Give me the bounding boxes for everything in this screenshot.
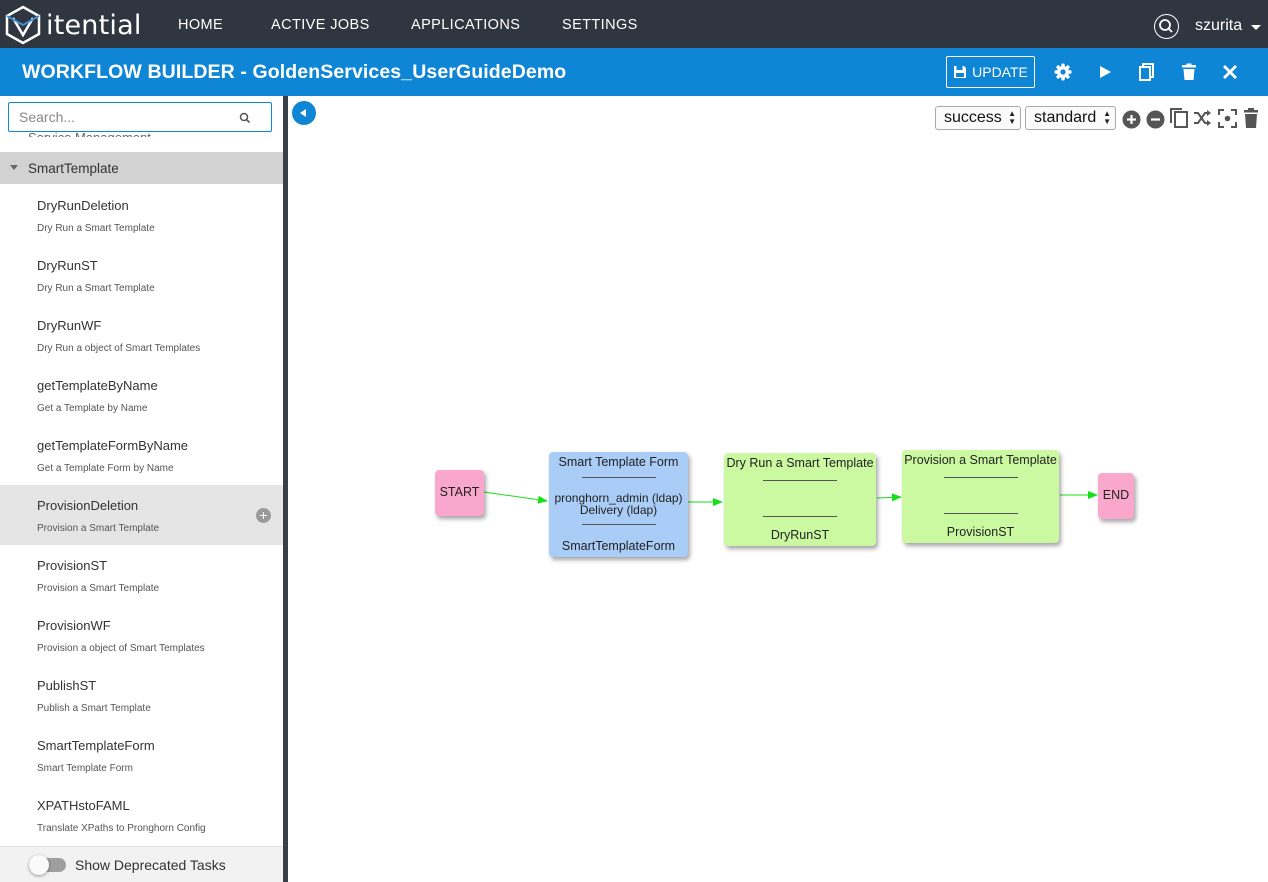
divider <box>943 513 1018 514</box>
task-description: Provision a Smart Template <box>37 583 160 594</box>
task-description: Get a Template by Name <box>37 403 148 414</box>
deprecated-toggle[interactable] <box>29 855 66 875</box>
task-name: getTemplateFormByName <box>37 438 188 453</box>
trash-icon[interactable] <box>1179 62 1199 82</box>
task-description: Publish a Smart Template <box>37 703 151 714</box>
deprecated-label: Show Deprecated Tasks <box>75 857 226 873</box>
search-input[interactable] <box>9 103 229 131</box>
task-item[interactable]: PublishST Publish a Smart Template <box>0 665 283 725</box>
caret-down-icon <box>10 165 18 170</box>
page-title: WORKFLOW BUILDER - GoldenServices_UserGu… <box>22 61 567 83</box>
task-description: Translate XPaths to Pronghorn Config <box>37 823 206 834</box>
dry-run-node[interactable]: Dry Run a Smart Template DryRunST <box>724 453 876 546</box>
task-name: XPATHstoFAML <box>37 798 130 813</box>
task-description: Get a Template Form by Name <box>37 463 174 474</box>
task-name: ProvisionDeletion <box>37 498 139 513</box>
itential-logo-icon <box>5 5 41 45</box>
node-task-name: DryRunST <box>770 528 830 542</box>
global-search-icon[interactable] <box>1154 14 1179 39</box>
caret-down-icon[interactable] <box>1251 25 1261 30</box>
task-search <box>8 102 272 132</box>
nav-home[interactable]: HOME <box>178 17 223 33</box>
task-item[interactable]: DryRunWF Dry Run a object of Smart Templ… <box>0 305 283 365</box>
copy-icon[interactable] <box>1137 62 1157 82</box>
task-description: Smart Template Form <box>37 763 133 774</box>
save-icon <box>954 66 967 78</box>
group-smarttemplate[interactable]: SmartTemplate <box>0 152 283 184</box>
node-title: Smart Template Form <box>558 455 679 469</box>
task-item-hovered[interactable]: ProvisionDeletion Provision a Smart Temp… <box>0 485 283 545</box>
task-name: DryRunST <box>37 258 98 273</box>
task-item[interactable]: DryRunDeletion Dry Run a Smart Template <box>0 185 283 245</box>
toggle-knob <box>29 855 49 875</box>
divider <box>763 516 837 517</box>
divider <box>943 477 1018 478</box>
task-description: Provision a object of Smart Templates <box>37 643 205 654</box>
node-task-name: ProvisionST <box>946 525 1015 539</box>
update-button[interactable]: UPDATE <box>946 56 1035 88</box>
node-title: Provision a Smart Template <box>904 453 1057 467</box>
task-name: PublishST <box>37 678 97 693</box>
node-title: Dry Run a Smart Template <box>726 456 874 470</box>
nav-settings[interactable]: SETTINGS <box>562 17 638 33</box>
gear-icon[interactable] <box>1053 62 1073 82</box>
workflow-canvas[interactable]: success ▲ ▼ standard ▲ ▼ START Smart Tem… <box>288 96 1268 882</box>
brand-name: itential <box>46 9 142 41</box>
task-name: SmartTemplateForm <box>37 738 155 753</box>
task-description: Dry Run a Smart Template <box>37 223 155 234</box>
top-nav: itential HOME ACTIVE JOBS APPLICATIONS S… <box>0 0 1268 48</box>
task-name: ProvisionST <box>37 558 108 573</box>
task-item[interactable]: XPATHstoFAML Translate XPaths to Prongho… <box>0 785 283 845</box>
divider <box>581 524 656 525</box>
nav-applications[interactable]: APPLICATIONS <box>411 17 520 33</box>
task-item[interactable]: DryRunST Dry Run a Smart Template <box>0 245 283 305</box>
update-label: UPDATE <box>972 64 1028 80</box>
provision-node[interactable]: Provision a Smart Template ProvisionST <box>902 450 1059 543</box>
start-label: START <box>439 485 480 499</box>
task-item[interactable]: SmartTemplateForm Smart Template Form <box>0 725 283 785</box>
workflow-titlebar: WORKFLOW BUILDER - GoldenServices_UserGu… <box>0 48 1268 96</box>
divider <box>581 477 656 478</box>
node-task-name: SmartTemplateForm <box>561 539 676 553</box>
task-name: DryRunWF <box>37 318 102 333</box>
end-label: END <box>1102 488 1130 502</box>
task-item[interactable]: ProvisionST Provision a Smart Template <box>0 545 283 605</box>
nav-active-jobs[interactable]: ACTIVE JOBS <box>271 17 370 33</box>
user-menu[interactable]: szurita <box>1195 17 1242 35</box>
end-node[interactable]: END <box>1098 473 1134 519</box>
task-item[interactable]: getTemplateFormByName Get a Template For… <box>0 425 283 485</box>
smart-template-form-node[interactable]: Smart Template Form pronghorn_admin (lda… <box>549 452 688 557</box>
add-task-icon[interactable]: + <box>256 508 271 523</box>
task-name: DryRunDeletion <box>37 198 129 213</box>
task-description: Dry Run a object of Smart Templates <box>37 343 201 354</box>
divider <box>763 480 837 481</box>
transition-start-form[interactable] <box>483 491 548 504</box>
task-description: Provision a Smart Template <box>37 523 160 534</box>
transition-dryrun-provision[interactable] <box>876 493 902 502</box>
task-description: Dry Run a Smart Template <box>37 283 155 294</box>
brand-logo[interactable]: itential <box>4 4 142 46</box>
search-icon <box>239 112 251 124</box>
play-icon[interactable] <box>1095 62 1115 82</box>
task-name: getTemplateByName <box>37 378 158 393</box>
node-group-2: Delivery (ldap) <box>579 503 658 517</box>
group-label: SmartTemplate <box>28 161 119 176</box>
close-icon[interactable] <box>1220 62 1240 82</box>
start-node[interactable]: START <box>435 470 484 516</box>
sidebar-footer: Show Deprecated Tasks <box>0 846 283 882</box>
task-item[interactable]: getTemplateByName Get a Template by Name <box>0 365 283 425</box>
task-item[interactable]: ProvisionWF Provision a object of Smart … <box>0 605 283 665</box>
task-sidebar: Service Management SmartTemplate DryRunD… <box>0 96 283 882</box>
task-name: ProvisionWF <box>37 618 111 633</box>
